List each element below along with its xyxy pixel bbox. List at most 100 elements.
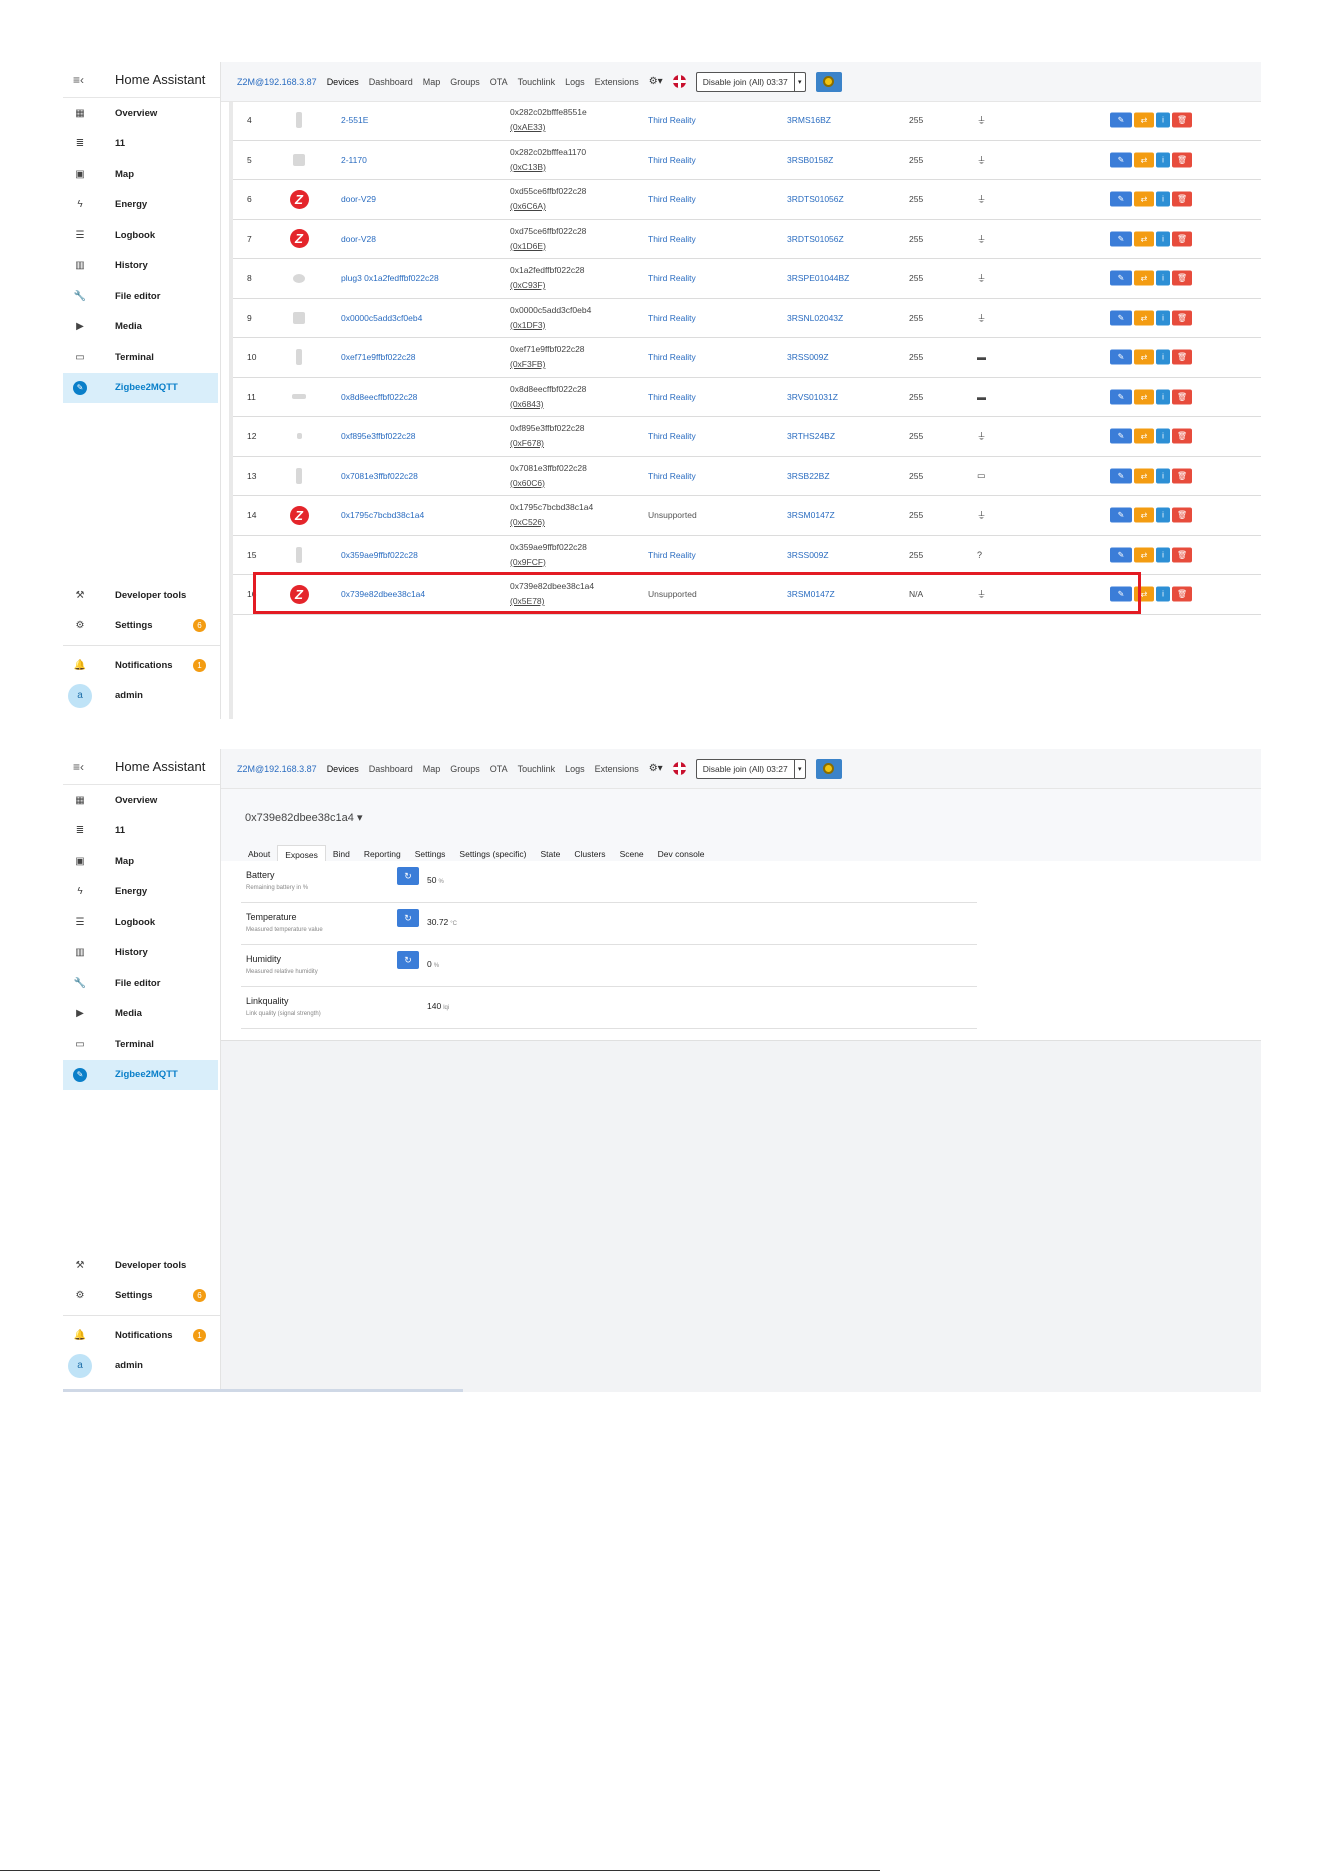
settings-gear-icon[interactable]: ⚙▾	[649, 763, 663, 774]
refresh-button[interactable]: ↻	[397, 909, 419, 927]
remove-button[interactable]: 🗑	[1172, 310, 1192, 326]
nav-ota[interactable]: OTA	[490, 764, 508, 774]
interview-button[interactable]: i	[1156, 468, 1170, 484]
reconfigure-button[interactable]: ⇄	[1134, 112, 1154, 128]
menu-icon[interactable]: ≡‹	[73, 73, 89, 87]
sidebar-item-map[interactable]: ▣ Map	[63, 846, 220, 877]
reconfigure-button[interactable]: ⇄	[1134, 389, 1154, 405]
sidebar-item-user[interactable]: a admin	[63, 681, 220, 712]
rename-button[interactable]: ✎	[1110, 231, 1132, 247]
network-address-link[interactable]: (0x1DF3)	[510, 318, 591, 333]
manufacturer[interactable]: Third Reality	[648, 155, 696, 165]
reconfigure-button[interactable]: ⇄	[1134, 468, 1154, 484]
remove-button[interactable]: 🗑	[1172, 270, 1192, 286]
network-address-link[interactable]: (0xC93F)	[510, 278, 585, 293]
nav-dashboard[interactable]: Dashboard	[369, 77, 413, 87]
manufacturer[interactable]: Third Reality	[648, 550, 696, 560]
reconfigure-button[interactable]: ⇄	[1134, 191, 1154, 207]
menu-icon[interactable]: ≡‹	[73, 760, 89, 774]
remove-button[interactable]: 🗑	[1172, 112, 1192, 128]
model-link[interactable]: 3RSNL02043Z	[787, 313, 843, 323]
remove-button[interactable]: 🗑	[1172, 152, 1192, 168]
nav-devices[interactable]: Devices	[327, 764, 359, 774]
device-name-link[interactable]: 0x7081e3ffbf022c28	[341, 471, 418, 481]
device-name-link[interactable]: 0x8d8eecffbf022c28	[341, 392, 417, 402]
nav-logs[interactable]: Logs	[565, 764, 585, 774]
device-name-link[interactable]: 0x359ae9ffbf022c28	[341, 550, 418, 560]
device-name-link[interactable]: door-V29	[341, 194, 376, 204]
remove-button[interactable]: 🗑	[1172, 428, 1192, 444]
sidebar-item-logbook[interactable]: ☰ Logbook	[63, 907, 220, 938]
permit-join-button[interactable]: Disable join (All) 03:37 ▾	[695, 71, 806, 92]
remove-button[interactable]: 🗑	[1172, 468, 1192, 484]
permit-join-toggle[interactable]	[815, 758, 842, 779]
nav-ota[interactable]: OTA	[490, 77, 508, 87]
sidebar-item-energy[interactable]: ϟ Energy	[63, 190, 220, 221]
rename-button[interactable]: ✎	[1110, 112, 1132, 128]
remove-button[interactable]: 🗑	[1172, 389, 1192, 405]
horizontal-scrollbar[interactable]	[63, 1389, 463, 1392]
nav-devices[interactable]: Devices	[327, 77, 359, 87]
chevron-down-icon[interactable]: ▾	[793, 759, 805, 778]
sidebar-item-terminal[interactable]: ▭ Terminal	[63, 1029, 220, 1060]
sidebar-item-logbook[interactable]: ☰ Logbook	[63, 220, 220, 251]
sidebar-item-notifications[interactable]: 🔔 Notifications 1	[63, 650, 220, 681]
reconfigure-button[interactable]: ⇄	[1134, 231, 1154, 247]
nav-groups[interactable]: Groups	[450, 764, 480, 774]
interview-button[interactable]: i	[1156, 547, 1170, 563]
sidebar-item-zigbee2mqtt[interactable]: ✎ Zigbee2MQTT	[63, 372, 218, 403]
model-link[interactable]: 3RSB0158Z	[787, 155, 833, 165]
sidebar-item-overview[interactable]: ▦ Overview	[63, 98, 220, 129]
sidebar-item-developer-tools[interactable]: ⚒ Developer tools	[63, 580, 220, 611]
reconfigure-button[interactable]: ⇄	[1134, 270, 1154, 286]
interview-button[interactable]: i	[1156, 428, 1170, 444]
nav-logs[interactable]: Logs	[565, 77, 585, 87]
network-address-link[interactable]: (0xF3FB)	[510, 357, 585, 372]
rename-button[interactable]: ✎	[1110, 191, 1132, 207]
remove-button[interactable]: 🗑	[1172, 231, 1192, 247]
manufacturer[interactable]: Third Reality	[648, 115, 696, 125]
rename-button[interactable]: ✎	[1110, 389, 1132, 405]
network-address-link[interactable]: (0x6843)	[510, 397, 586, 412]
remove-button[interactable]: 🗑	[1172, 547, 1192, 563]
rename-button[interactable]: ✎	[1110, 428, 1132, 444]
rename-button[interactable]: ✎	[1110, 310, 1132, 326]
interview-button[interactable]: i	[1156, 191, 1170, 207]
manufacturer[interactable]: Third Reality	[648, 313, 696, 323]
manufacturer[interactable]: Third Reality	[648, 392, 696, 402]
nav-extensions[interactable]: Extensions	[595, 77, 639, 87]
manufacturer[interactable]: Third Reality	[648, 431, 696, 441]
model-link[interactable]: 3RDTS01056Z	[787, 234, 844, 244]
nav-dashboard[interactable]: Dashboard	[369, 764, 413, 774]
reconfigure-button[interactable]: ⇄	[1134, 310, 1154, 326]
nav-extensions[interactable]: Extensions	[595, 764, 639, 774]
reconfigure-button[interactable]: ⇄	[1134, 152, 1154, 168]
network-address-link[interactable]: (0x1D6E)	[510, 239, 586, 254]
interview-button[interactable]: i	[1156, 586, 1170, 602]
network-address-link[interactable]: (0xC13B)	[510, 160, 586, 175]
device-name-link[interactable]: 0x0000c5add3cf0eb4	[341, 313, 422, 323]
remove-button[interactable]: 🗑	[1172, 507, 1192, 523]
sidebar-item-energy[interactable]: ϟ Energy	[63, 877, 220, 908]
interview-button[interactable]: i	[1156, 152, 1170, 168]
model-link[interactable]: 3RMS16BZ	[787, 115, 831, 125]
manufacturer[interactable]: Third Reality	[648, 273, 696, 283]
nav-touchlink[interactable]: Touchlink	[518, 764, 556, 774]
sidebar-item-settings[interactable]: ⚙ Settings 6	[63, 611, 220, 642]
device-title-dropdown[interactable]: 0x739e82dbee38c1a4 ▾	[245, 811, 362, 824]
network-address-link[interactable]: (0x60C6)	[510, 476, 587, 491]
device-name-link[interactable]: 0x1795c7bcbd38c1a4	[341, 510, 424, 520]
device-name-link[interactable]: door-V28	[341, 234, 376, 244]
nav-groups[interactable]: Groups	[450, 77, 480, 87]
manufacturer[interactable]: Third Reality	[648, 471, 696, 481]
network-address-link[interactable]: (0xAE33)	[510, 120, 587, 135]
network-address-link[interactable]: (0x9FCF)	[510, 555, 587, 570]
model-link[interactable]: 3RSM0147Z	[787, 510, 835, 520]
remove-button[interactable]: 🗑	[1172, 349, 1192, 365]
interview-button[interactable]: i	[1156, 389, 1170, 405]
sidebar-item-file-editor[interactable]: 🔧 File editor	[63, 968, 220, 999]
interview-button[interactable]: i	[1156, 349, 1170, 365]
reconfigure-button[interactable]: ⇄	[1134, 507, 1154, 523]
interview-button[interactable]: i	[1156, 231, 1170, 247]
network-address-link[interactable]: (0xC526)	[510, 515, 593, 530]
